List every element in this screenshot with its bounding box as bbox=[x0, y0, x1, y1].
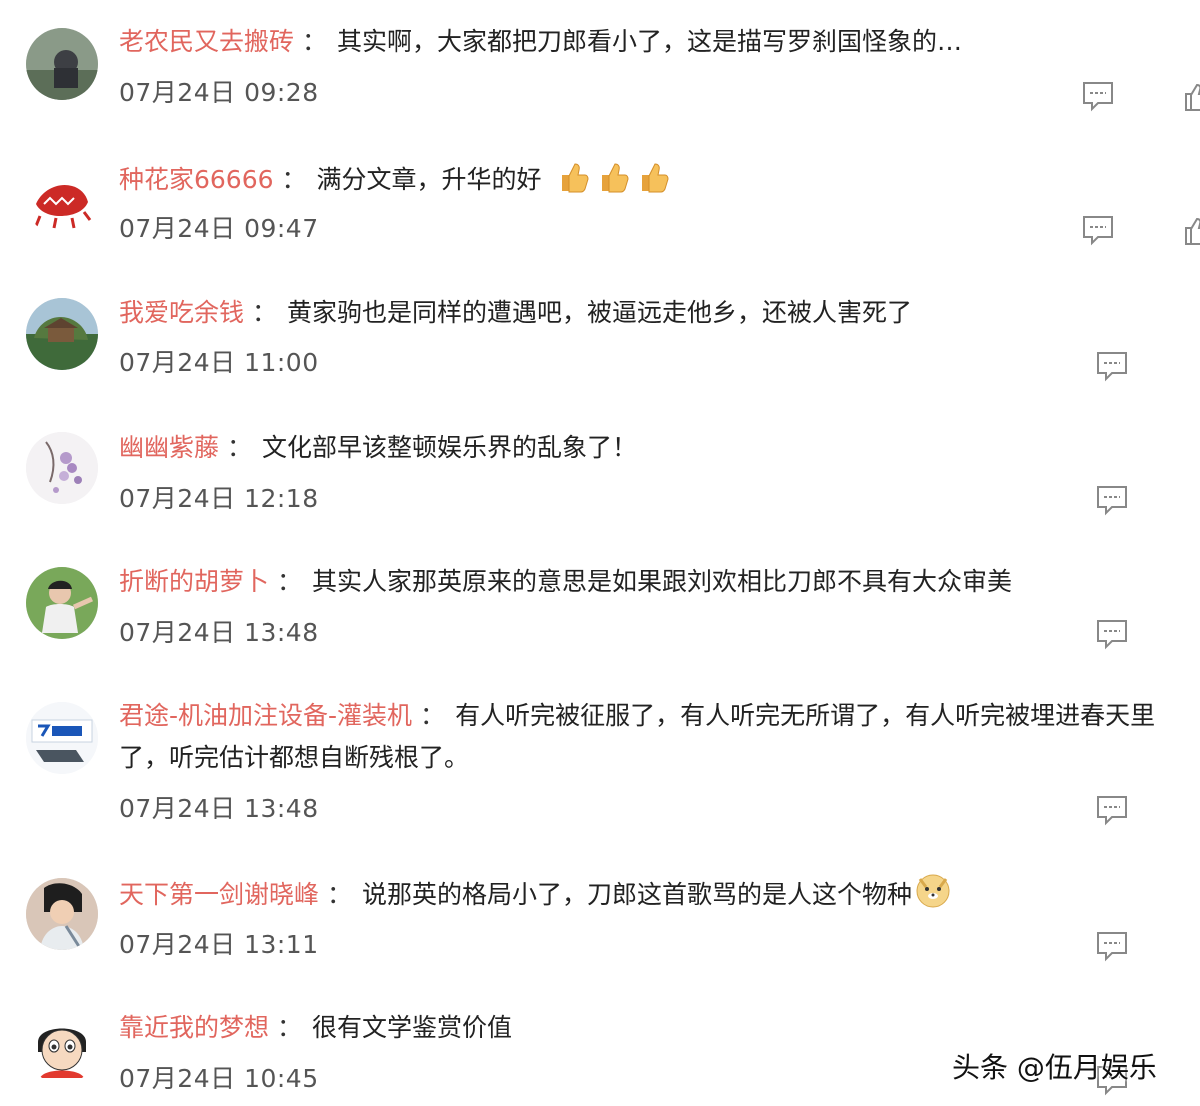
separator: ： bbox=[281, 165, 307, 194]
comment-text: 其实啊，大家都把刀郎看小了，这是描写罗刹国怪象的… bbox=[337, 27, 963, 56]
comment-text: 文化部早该整顿娱乐界的乱象了！ bbox=[262, 433, 638, 462]
comment-body: 我爱吃余钱 ： 黄家驹也是同样的遭遇吧，被逼远走他乡，还被人害死了 bbox=[119, 292, 1200, 334]
username[interactable]: 天下第一剑谢晓峰 bbox=[119, 880, 319, 909]
avatar[interactable] bbox=[26, 1012, 98, 1084]
separator: ： bbox=[227, 433, 253, 462]
avatar[interactable] bbox=[26, 702, 98, 774]
separator: ： bbox=[302, 27, 328, 56]
comment-body: 种花家66666： 满分文章，升华的好 bbox=[119, 159, 1200, 207]
doge-emoji bbox=[914, 871, 952, 922]
timestamp: 07月24日 12:18 bbox=[119, 484, 319, 513]
thumbs-up-emoji bbox=[556, 160, 590, 207]
like-icon[interactable] bbox=[1184, 82, 1200, 112]
username[interactable]: 折断的胡萝卜 bbox=[119, 567, 269, 596]
comment-text: 其实人家那英原来的意思是如果跟刘欢相比刀郎不具有大众审美 bbox=[312, 567, 1013, 596]
avatar[interactable] bbox=[26, 298, 98, 370]
timestamp: 07月24日 13:48 bbox=[119, 618, 319, 647]
separator: ： bbox=[277, 1013, 303, 1042]
avatar[interactable] bbox=[26, 432, 98, 504]
reply-icon[interactable] bbox=[1096, 930, 1128, 962]
separator: ： bbox=[277, 567, 303, 596]
username[interactable]: 幽幽紫藤 bbox=[119, 433, 219, 462]
reply-icon[interactable] bbox=[1096, 794, 1128, 826]
comment-text: 满分文章，升华的好 bbox=[316, 165, 542, 194]
separator: ： bbox=[327, 880, 353, 909]
comment-body: 靠近我的梦想 ： 很有文学鉴赏价值 bbox=[119, 1007, 1200, 1049]
timestamp: 07月24日 09:47 bbox=[119, 214, 319, 243]
comment-body: 折断的胡萝卜 ： 其实人家那英原来的意思是如果跟刘欢相比刀郎不具有大众审美 bbox=[119, 561, 1200, 603]
timestamp: 07月24日 10:45 bbox=[119, 1064, 319, 1093]
timestamp: 07月24日 13:48 bbox=[119, 794, 319, 823]
username[interactable]: 种花家66666 bbox=[119, 165, 274, 194]
timestamp: 07月24日 09:28 bbox=[119, 78, 319, 107]
reply-icon[interactable] bbox=[1082, 80, 1114, 112]
separator: ： bbox=[420, 701, 446, 730]
comment-body: 老农民又去搬砖 ： 其实啊，大家都把刀郎看小了，这是描写罗刹国怪象的… bbox=[119, 21, 1200, 63]
comment-text: 黄家驹也是同样的遭遇吧，被逼远走他乡，还被人害死了 bbox=[287, 298, 913, 327]
comment-text: 很有文学鉴赏价值 bbox=[312, 1013, 513, 1042]
comment-body: 君途-机油加注设备-灌装机：有人听完被征服了，有人听完无所谓了，有人听完被埋进春… bbox=[119, 695, 1189, 779]
thumbs-up-emoji bbox=[636, 160, 670, 207]
comment-text: 说那英的格局小了，刀郎这首歌骂的是人这个物种 bbox=[362, 880, 913, 909]
comment-body: 幽幽紫藤 ： 文化部早该整顿娱乐界的乱象了！ bbox=[119, 427, 1200, 469]
username[interactable]: 老农民又去搬砖 bbox=[119, 27, 294, 56]
like-icon[interactable] bbox=[1184, 216, 1200, 246]
thumbs-up-emoji bbox=[596, 160, 630, 207]
reply-icon[interactable] bbox=[1096, 618, 1128, 650]
reply-icon[interactable] bbox=[1096, 350, 1128, 382]
comment-body: 天下第一剑谢晓峰 ： 说那英的格局小了，刀郎这首歌骂的是人这个物种 bbox=[119, 871, 1200, 922]
username[interactable]: 君途-机油加注设备-灌装机 bbox=[119, 701, 412, 730]
timestamp: 07月24日 11:00 bbox=[119, 348, 319, 377]
username[interactable]: 我爱吃余钱 bbox=[119, 298, 244, 327]
timestamp: 07月24日 13:11 bbox=[119, 930, 319, 959]
avatar[interactable] bbox=[26, 878, 98, 950]
comment-list: 老农民又去搬砖 ： 其实啊，大家都把刀郎看小了，这是描写罗刹国怪象的… 07月24日… bbox=[0, 0, 1200, 1106]
username[interactable]: 靠近我的梦想 bbox=[119, 1013, 269, 1042]
reply-icon[interactable] bbox=[1096, 484, 1128, 516]
watermark: 头条 @伍月娱乐 bbox=[952, 1051, 1157, 1084]
avatar[interactable] bbox=[26, 28, 98, 100]
reply-icon[interactable] bbox=[1082, 214, 1114, 246]
avatar[interactable] bbox=[26, 164, 98, 236]
avatar[interactable] bbox=[26, 567, 98, 639]
separator: ： bbox=[252, 298, 278, 327]
